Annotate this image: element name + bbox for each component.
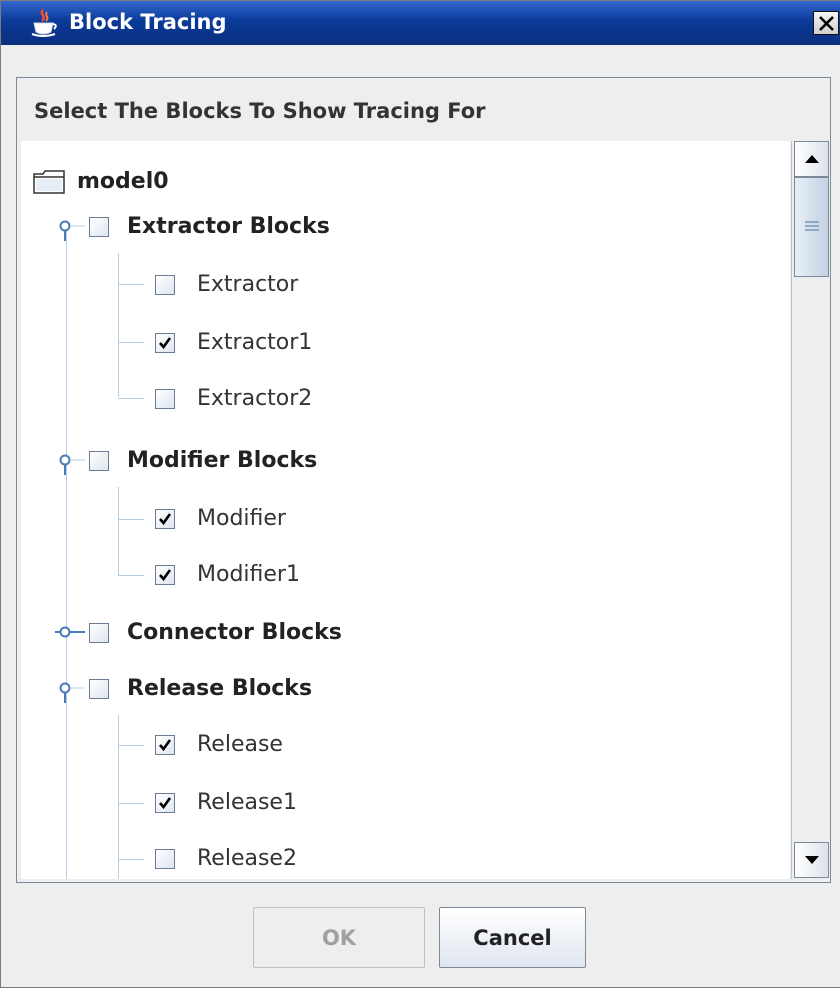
branch-line: [118, 253, 119, 397]
collapsed-handle-icon[interactable]: [55, 622, 85, 646]
item-label: Release1: [197, 790, 297, 815]
group-label: Release Blocks: [127, 676, 313, 701]
branch-connector: [118, 575, 144, 576]
arrow-up-icon: [805, 155, 819, 163]
checkmark-icon: [159, 569, 172, 582]
expanded-handle-icon[interactable]: [55, 217, 85, 245]
item-checkbox[interactable]: [155, 333, 175, 353]
window-title: Block Tracing: [69, 10, 227, 34]
scroll-track[interactable]: [794, 277, 829, 841]
scroll-down-button[interactable]: [794, 842, 829, 878]
group-label: Extractor Blocks: [127, 214, 330, 239]
grip-icon: [805, 221, 819, 231]
item-checkbox[interactable]: [155, 565, 175, 585]
item-label: Extractor1: [197, 330, 313, 355]
item-label: Modifier1: [197, 562, 300, 587]
group-checkbox-connector[interactable]: [89, 623, 109, 643]
expanded-handle-icon[interactable]: [55, 679, 85, 707]
checkmark-icon: [159, 513, 172, 526]
group-label: Modifier Blocks: [127, 448, 318, 473]
block-tracing-dialog: Block Tracing Select The Blocks To Show …: [0, 0, 840, 988]
branch-connector: [118, 342, 144, 343]
group-checkbox-extractor[interactable]: [89, 217, 109, 237]
tree-spine: [66, 223, 67, 879]
java-cup-icon: [31, 9, 57, 37]
expanded-handle-icon[interactable]: [55, 451, 85, 479]
vertical-scrollbar[interactable]: [791, 141, 830, 879]
item-checkbox[interactable]: [155, 849, 175, 869]
title-bar[interactable]: Block Tracing: [1, 1, 840, 45]
branch-connector: [118, 284, 144, 285]
panel-header-text: Select The Blocks To Show Tracing For: [34, 99, 486, 123]
branch-line: [118, 487, 119, 575]
checkmark-icon: [159, 337, 172, 350]
item-checkbox[interactable]: [155, 509, 175, 529]
group-checkbox-modifier[interactable]: [89, 451, 109, 471]
branch-connector: [118, 398, 144, 399]
branch-connector: [118, 803, 144, 804]
item-label: Release2: [197, 846, 297, 871]
panel-header: Select The Blocks To Show Tracing For: [17, 78, 830, 140]
branch-connector: [118, 859, 144, 860]
arrow-down-icon: [805, 856, 819, 864]
item-label: Extractor: [197, 272, 299, 297]
group-checkbox-release[interactable]: [89, 679, 109, 699]
checkmark-icon: [159, 739, 172, 752]
checkmark-icon: [159, 797, 172, 810]
tree-root-label: model0: [77, 169, 169, 194]
ok-button[interactable]: OK: [253, 907, 425, 968]
item-checkbox[interactable]: [155, 735, 175, 755]
scroll-thumb[interactable]: [794, 177, 829, 277]
item-checkbox[interactable]: [155, 389, 175, 409]
item-checkbox[interactable]: [155, 793, 175, 813]
block-tree[interactable]: model0 Extractor Blocks Extractor Extrac…: [21, 141, 790, 879]
branch-line: [118, 715, 119, 879]
cancel-button[interactable]: Cancel: [439, 907, 586, 968]
close-button[interactable]: [813, 11, 839, 35]
item-label: Extractor2: [197, 386, 313, 411]
close-icon: [819, 16, 834, 31]
group-label: Connector Blocks: [127, 620, 342, 645]
folder-icon: [33, 170, 65, 194]
branch-connector: [118, 519, 144, 520]
item-checkbox[interactable]: [155, 275, 175, 295]
branch-connector: [118, 745, 144, 746]
item-label: Release: [197, 732, 283, 757]
scroll-up-button[interactable]: [794, 141, 829, 177]
item-label: Modifier: [197, 506, 286, 531]
